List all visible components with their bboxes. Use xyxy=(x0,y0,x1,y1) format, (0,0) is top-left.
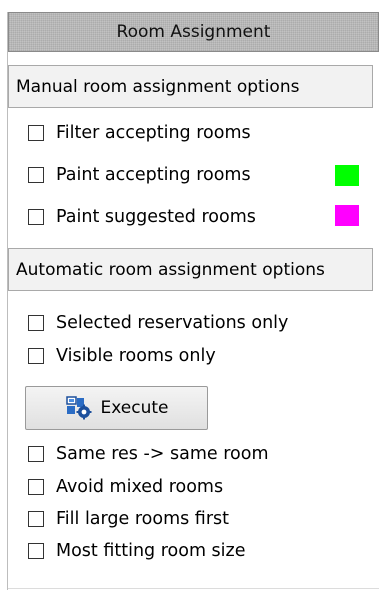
selected-reservations-only-option[interactable]: Selected reservations only xyxy=(28,311,288,335)
most-fitting-room-size-option[interactable]: Most fitting room size xyxy=(28,539,245,563)
most-fitting-room-size-label: Most fitting room size xyxy=(56,541,246,561)
same-res-same-room-option[interactable]: Same res -> same room xyxy=(28,442,269,466)
paint-suggested-rooms-option[interactable]: Paint suggested rooms xyxy=(28,205,256,229)
filter-accepting-rooms-label: Filter accepting rooms xyxy=(56,123,251,143)
accepting-color-swatch[interactable] xyxy=(335,165,359,186)
visible-rooms-only-option[interactable]: Visible rooms only xyxy=(28,344,216,368)
automatic-section-header: Automatic room assignment options xyxy=(8,248,373,291)
avoid-mixed-rooms-label: Avoid mixed rooms xyxy=(56,477,224,497)
room-assignment-panel: Room Assignment Manual room assignment o… xyxy=(7,12,379,590)
visible-rooms-only-checkbox[interactable] xyxy=(28,348,44,364)
avoid-mixed-rooms-option[interactable]: Avoid mixed rooms xyxy=(28,475,223,499)
paint-accepting-rooms-option[interactable]: Paint accepting rooms xyxy=(28,163,251,187)
selected-reservations-only-label: Selected reservations only xyxy=(56,313,289,333)
paint-suggested-rooms-label: Paint suggested rooms xyxy=(56,207,256,227)
fill-large-rooms-first-option[interactable]: Fill large rooms first xyxy=(28,507,229,531)
visible-rooms-only-label: Visible rooms only xyxy=(56,346,216,366)
avoid-mixed-rooms-checkbox[interactable] xyxy=(28,479,44,495)
selected-reservations-only-checkbox[interactable] xyxy=(28,315,44,331)
filter-accepting-rooms-option[interactable]: Filter accepting rooms xyxy=(28,121,251,145)
paint-suggested-rooms-checkbox[interactable] xyxy=(28,209,44,225)
same-res-same-room-label: Same res -> same room xyxy=(56,444,269,464)
automatic-section-title: Automatic room assignment options xyxy=(16,259,325,280)
fill-large-rooms-first-label: Fill large rooms first xyxy=(56,509,230,529)
execute-button[interactable]: Execute xyxy=(25,386,208,430)
filter-accepting-rooms-checkbox[interactable] xyxy=(28,125,44,141)
panel-bottom-divider xyxy=(8,588,379,589)
suggested-color-swatch[interactable] xyxy=(335,205,359,226)
execute-button-label: Execute xyxy=(100,398,169,418)
same-res-same-room-checkbox[interactable] xyxy=(28,446,44,462)
paint-accepting-rooms-label: Paint accepting rooms xyxy=(56,165,251,185)
panel-title-text: Room Assignment xyxy=(116,22,271,42)
panel-title: Room Assignment xyxy=(8,12,379,52)
manual-section-header: Manual room assignment options xyxy=(8,65,373,108)
fill-large-rooms-first-checkbox[interactable] xyxy=(28,511,44,527)
paint-accepting-rooms-checkbox[interactable] xyxy=(28,167,44,183)
room-assign-icon xyxy=(65,396,91,420)
most-fitting-room-size-checkbox[interactable] xyxy=(28,543,44,559)
manual-section-title: Manual room assignment options xyxy=(16,76,300,97)
